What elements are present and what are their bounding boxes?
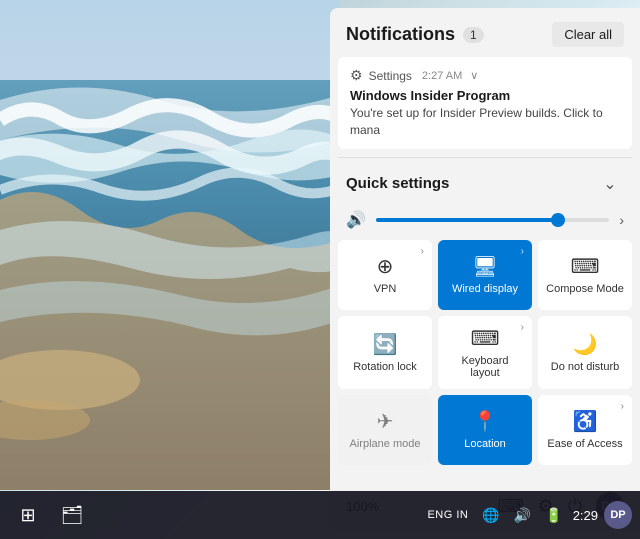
- taskbar-right: ENG IN 🌐 🔊 🔋 2:29 DP: [423, 501, 640, 529]
- ease-of-access-label: Ease of Access: [547, 438, 622, 450]
- notifications-header: Notifications 1 Clear all: [330, 8, 640, 57]
- vpn-tile[interactable]: › ⊕ VPN: [338, 240, 432, 310]
- language-indicator[interactable]: ENG IN: [423, 507, 472, 523]
- do-not-disturb-tile[interactable]: 🌙 Do not disturb: [538, 316, 632, 389]
- location-label: Location: [464, 438, 506, 450]
- airplane-mode-label: Airplane mode: [350, 438, 421, 450]
- background-image: [0, 0, 340, 490]
- location-tile[interactable]: 📍 Location: [438, 395, 532, 465]
- do-not-disturb-icon: 🌙: [573, 332, 598, 357]
- notification-source: Settings: [369, 69, 412, 83]
- notification-title: Windows Insider Program: [350, 88, 620, 103]
- wired-display-tile[interactable]: › 🖥 Wired display: [438, 240, 532, 310]
- quick-settings-row-3: ✈ Airplane mode 📍 Location › ♿ Ease of A…: [338, 395, 632, 465]
- volume-slider[interactable]: [376, 218, 609, 222]
- volume-expand-icon[interactable]: ›: [619, 212, 624, 228]
- ease-of-access-tile[interactable]: › ♿ Ease of Access: [538, 395, 632, 465]
- clear-all-button[interactable]: Clear all: [552, 22, 624, 47]
- wired-display-chevron-icon: ›: [521, 246, 524, 257]
- quick-settings-title: Quick settings: [346, 175, 449, 192]
- start-icon: ⊞: [20, 505, 35, 526]
- quick-settings-header: Quick settings ⌄: [330, 158, 640, 206]
- vpn-icon: ⊕: [377, 254, 394, 279]
- rotation-lock-icon: 🔄: [373, 332, 398, 357]
- quick-settings-grid: › ⊕ VPN › 🖥 Wired display ⌨ Compose Mode…: [330, 240, 640, 465]
- notification-expand-icon: ∨: [470, 69, 478, 82]
- location-icon: 📍: [473, 409, 498, 434]
- notifications-title: Notifications: [346, 24, 455, 45]
- quick-settings-section: Quick settings ⌄ 🔊 › › ⊕ VPN ›: [330, 158, 640, 530]
- volume-tray-icon[interactable]: 🔊: [510, 505, 535, 526]
- network-tray-icon[interactable]: 🌐: [478, 505, 503, 526]
- quick-settings-collapse-button[interactable]: ⌄: [596, 170, 624, 198]
- rotation-lock-tile[interactable]: 🔄 Rotation lock: [338, 316, 432, 389]
- start-button[interactable]: ⊞: [8, 495, 48, 535]
- volume-slider-thumb[interactable]: [551, 213, 565, 227]
- taskbar: ⊞ 🗂 ENG IN 🌐 🔊 🔋 2:29 DP: [0, 491, 640, 539]
- keyboard-layout-tile[interactable]: › ⌨ Keyboard layout: [438, 316, 532, 389]
- ease-of-access-icon: ♿: [573, 409, 598, 434]
- do-not-disturb-label: Do not disturb: [551, 361, 619, 373]
- notifications-badge: 1: [463, 27, 484, 43]
- airplane-mode-icon: ✈: [377, 409, 394, 434]
- taskbar-avatar[interactable]: DP: [604, 501, 632, 529]
- wired-display-label: Wired display: [452, 283, 518, 295]
- quick-settings-row-1: › ⊕ VPN › 🖥 Wired display ⌨ Compose Mode: [338, 240, 632, 310]
- notification-body: You're set up for Insider Preview builds…: [350, 105, 620, 139]
- file-explorer-button[interactable]: 🗂: [52, 495, 92, 535]
- battery-tray-icon[interactable]: 🔋: [541, 505, 566, 526]
- taskbar-left: ⊞ 🗂: [0, 495, 92, 535]
- notification-item[interactable]: ⚙ Settings 2:27 AM ∨ Windows Insider Pro…: [338, 57, 632, 149]
- notification-item-header: ⚙ Settings 2:27 AM ∨: [350, 67, 620, 84]
- notification-panel: Notifications 1 Clear all ⚙ Settings 2:2…: [330, 8, 640, 530]
- wired-display-icon: 🖥: [472, 254, 497, 279]
- settings-gear-icon: ⚙: [350, 67, 363, 84]
- taskbar-clock[interactable]: 2:29: [573, 508, 598, 523]
- volume-slider-fill: [376, 218, 558, 222]
- volume-row: 🔊 ›: [330, 206, 640, 240]
- rotation-lock-label: Rotation lock: [353, 361, 417, 373]
- quick-settings-row-2: 🔄 Rotation lock › ⌨ Keyboard layout 🌙 Do…: [338, 316, 632, 389]
- airplane-mode-tile[interactable]: ✈ Airplane mode: [338, 395, 432, 465]
- vpn-chevron-icon: ›: [421, 246, 424, 257]
- notification-time: 2:27 AM: [422, 70, 462, 82]
- notifications-title-area: Notifications 1: [346, 24, 484, 45]
- vpn-label: VPN: [374, 283, 397, 295]
- ease-of-access-chevron-icon: ›: [621, 401, 624, 412]
- keyboard-layout-label: Keyboard layout: [446, 355, 524, 379]
- file-explorer-icon: 🗂: [61, 505, 84, 526]
- compose-mode-icon: ⌨: [571, 254, 600, 279]
- compose-mode-tile[interactable]: ⌨ Compose Mode: [538, 240, 632, 310]
- keyboard-layout-chevron-icon: ›: [521, 322, 524, 333]
- keyboard-layout-icon: ⌨: [471, 326, 500, 351]
- taskbar-time: 2:29: [573, 508, 598, 523]
- volume-icon: 🔊: [346, 210, 366, 230]
- compose-mode-label: Compose Mode: [546, 283, 624, 295]
